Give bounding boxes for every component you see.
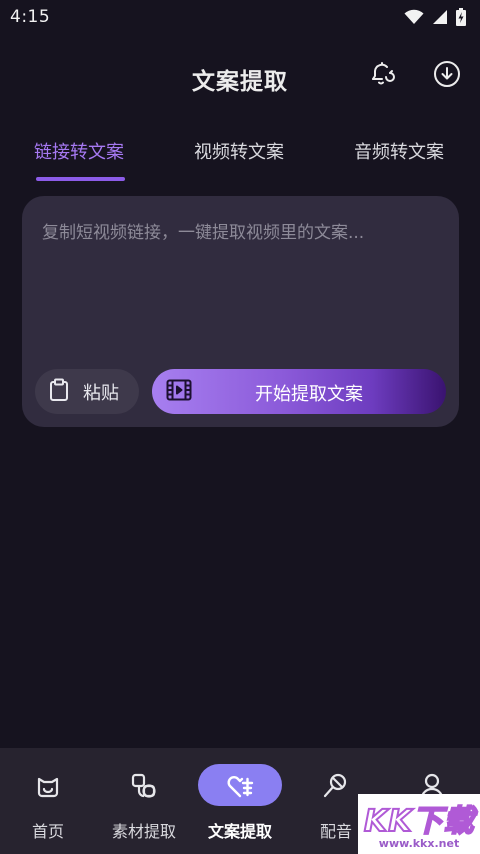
download-circle-icon bbox=[433, 60, 461, 92]
watermark: KK下载 www.kkx.net bbox=[358, 794, 480, 854]
link-input-placeholder[interactable]: 复制短视频链接，一键提取视频里的文案... bbox=[42, 218, 442, 243]
nav-item-home[interactable]: 首页 bbox=[0, 748, 96, 854]
nav-label-text-extract: 文案提取 bbox=[207, 822, 272, 841]
home-icon bbox=[30, 768, 66, 804]
active-tab-indicator bbox=[36, 177, 125, 181]
tab-video-to-text[interactable]: 视频转文案 bbox=[194, 138, 284, 164]
status-bar: 4:15 bbox=[0, 0, 480, 34]
start-extract-button[interactable]: 开始提取文案 bbox=[152, 369, 446, 414]
tab-link-to-text[interactable]: 链接转文案 bbox=[34, 138, 124, 164]
status-time: 4:15 bbox=[10, 7, 51, 27]
materials-icon bbox=[126, 768, 162, 804]
download-button[interactable] bbox=[431, 60, 463, 92]
nav-item-text-extract[interactable]: 文案提取 bbox=[192, 748, 288, 854]
signal-icon bbox=[432, 9, 448, 25]
nav-item-materials[interactable]: 素材提取 bbox=[96, 748, 192, 854]
wifi-icon bbox=[404, 9, 424, 25]
battery-charging-icon bbox=[456, 8, 466, 26]
tab-audio-to-text[interactable]: 音频转文案 bbox=[354, 138, 444, 164]
clipboard-icon bbox=[49, 378, 69, 406]
bell-sync-icon bbox=[368, 60, 396, 92]
header: 文案提取 bbox=[0, 52, 480, 100]
notification-button[interactable] bbox=[366, 60, 398, 92]
nav-label-home: 首页 bbox=[31, 822, 64, 841]
text-extract-icon bbox=[222, 768, 258, 804]
start-extract-label: 开始提取文案 bbox=[255, 384, 363, 405]
microphone-icon bbox=[318, 768, 354, 804]
paste-label: 粘贴 bbox=[83, 382, 119, 404]
nav-label-materials: 素材提取 bbox=[111, 822, 176, 841]
watermark-url: www.kkx.net bbox=[378, 837, 460, 850]
mode-tabs: 链接转文案 视频转文案 音频转文案 bbox=[0, 132, 480, 184]
paste-button[interactable]: 粘贴 bbox=[35, 369, 139, 414]
page-title: 文案提取 bbox=[192, 69, 288, 95]
status-icons bbox=[404, 8, 466, 26]
watermark-logo: KK下载 bbox=[363, 803, 475, 840]
link-input-card[interactable]: 复制短视频链接，一键提取视频里的文案... 粘贴 开始提取文案 bbox=[22, 196, 459, 427]
